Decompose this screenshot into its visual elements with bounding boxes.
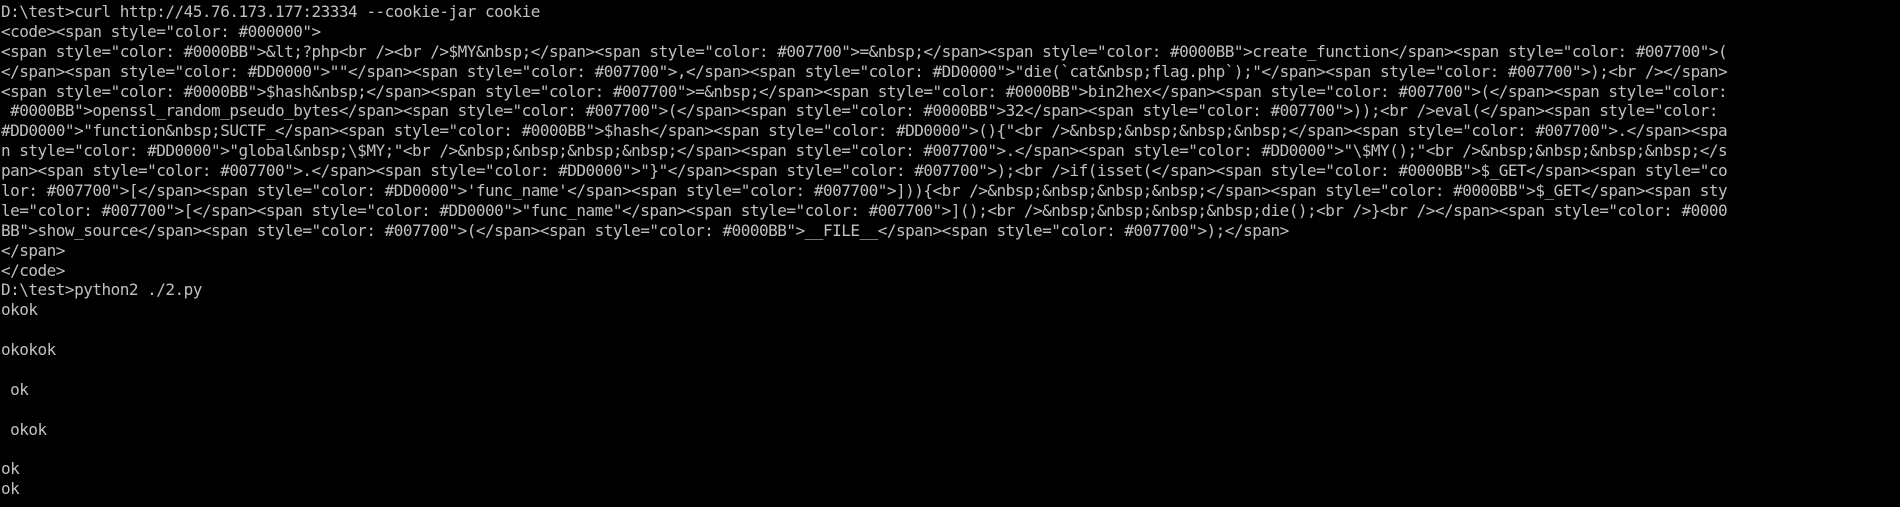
- console-line: ok: [1, 379, 29, 399]
- console-line: ok: [1, 479, 20, 499]
- console-line: pan><span style="color: #007700">.</span…: [1, 161, 1728, 181]
- console-line: <code><span style="color: #000000">: [1, 21, 321, 41]
- console-line: #DD0000">"function&nbsp;SUCTF_</span><sp…: [1, 121, 1728, 141]
- console-line: D:\test>python2 ./2.py: [1, 280, 202, 300]
- console-line: okok: [1, 419, 47, 439]
- console-line: ok: [1, 459, 20, 479]
- console-window[interactable]: D:\test>curl http://45.76.173.177:23334 …: [0, 0, 1900, 507]
- console-line: okok: [1, 300, 38, 320]
- console-line: D:\test>curl http://45.76.173.177:23334 …: [1, 2, 540, 21]
- console-line: <span style="color: #0000BB">&lt;?php<br…: [1, 41, 1728, 61]
- console-line: okokok: [1, 340, 56, 360]
- console-line: #0000BB">openssl_random_pseudo_bytes</sp…: [1, 101, 1718, 121]
- console-line: n style="color: #DD0000">"global&nbsp;\$…: [1, 141, 1728, 161]
- console-line: </span><span style="color: #DD0000">""</…: [1, 61, 1728, 81]
- console-line: BB">show_source</span><span style="color…: [1, 220, 1289, 240]
- console-line: <span style="color: #0000BB">$hash&nbsp;…: [1, 81, 1728, 101]
- console-line: </code>: [1, 260, 65, 280]
- console-line: </span>: [1, 240, 65, 260]
- console-line: le="color: #007700">[</span><span style=…: [1, 200, 1728, 220]
- console-line: lor: #007700">[</span><span style="color…: [1, 181, 1728, 201]
